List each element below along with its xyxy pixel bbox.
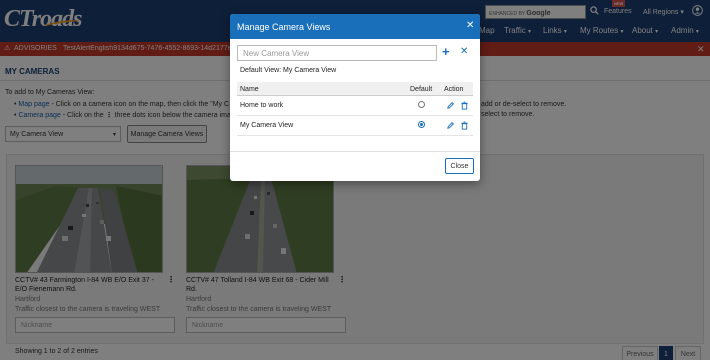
edit-pencil-icon[interactable]	[446, 101, 455, 110]
trash-icon[interactable]	[460, 101, 469, 110]
views-table-row: My Camera View	[237, 116, 473, 136]
default-view-text: Default View: My Camera View	[240, 67, 337, 74]
trash-icon[interactable]	[460, 121, 469, 130]
views-table-header: Name Default Action	[237, 82, 473, 96]
default-radio[interactable]	[418, 121, 425, 128]
view-name: Home to work	[240, 102, 284, 109]
default-radio[interactable]	[418, 101, 425, 108]
column-name: Name	[240, 86, 259, 93]
views-table-row: Home to work	[237, 96, 473, 116]
close-button[interactable]: Close	[445, 158, 474, 174]
column-default: Default	[410, 86, 433, 93]
edit-pencil-icon[interactable]	[446, 121, 455, 130]
view-name: My Camera View	[240, 122, 294, 129]
add-view-icon[interactable]: +	[442, 44, 450, 59]
modal-header: Manage Camera Views ✕	[230, 14, 480, 39]
close-icon[interactable]: ✕	[466, 20, 474, 31]
modal-title: Manage Camera Views	[237, 22, 331, 32]
manage-camera-views-modal: Manage Camera Views ✕ New Camera View + …	[230, 14, 480, 181]
modal-footer-divider	[230, 151, 480, 152]
clear-input-icon[interactable]: ✕	[460, 46, 468, 57]
column-action: Action	[444, 86, 464, 93]
new-camera-view-input[interactable]: New Camera View	[237, 45, 437, 61]
